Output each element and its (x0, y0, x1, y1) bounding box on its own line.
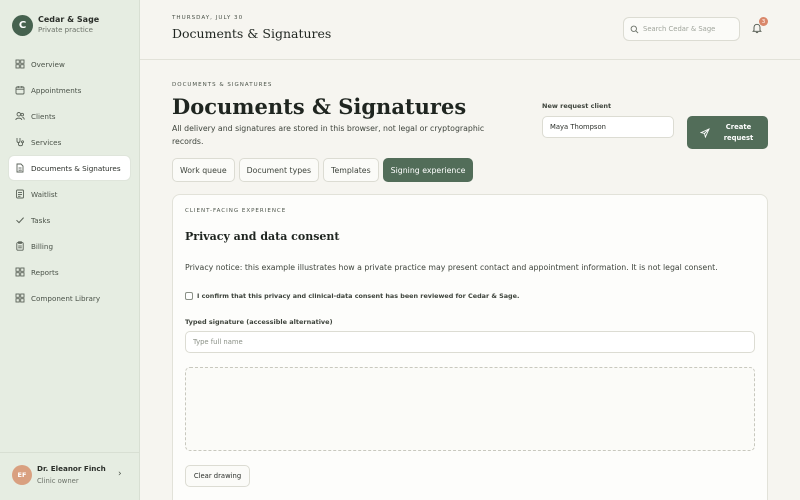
brand-subtitle: Private practice (38, 26, 93, 34)
search-box[interactable] (623, 17, 740, 41)
calendar-icon (15, 85, 25, 95)
clear-drawing-button[interactable]: Clear drawing (185, 465, 250, 487)
user-name: Dr. Eleanor Finch (37, 464, 106, 473)
tab-document-types[interactable]: Document types (238, 158, 320, 182)
brand-name: Cedar & Sage (38, 15, 100, 24)
chevron-right-icon: › (118, 469, 122, 479)
sidebar-item-tasks[interactable]: Tasks (9, 208, 130, 232)
sidebar-item-label: Component Library (31, 293, 101, 303)
sidebar-item-clients[interactable]: Clients (9, 104, 130, 128)
tab-bar: Work queue Document types Templates Sign… (172, 158, 477, 182)
sidebar-item-label: Tasks (31, 215, 51, 225)
page-description: All delivery and signatures are stored i… (172, 124, 485, 146)
privacy-notice: Privacy notice: this example illustrates… (185, 263, 718, 272)
sidebar-item-label: Reports (31, 267, 59, 277)
sidebar-item-label: Documents & Signatures (31, 163, 121, 173)
user-menu[interactable]: EF Dr. Eleanor Finch Clinic owner › (0, 452, 140, 500)
grid-icon (15, 267, 25, 277)
sidebar-item-documents-signatures[interactable]: Documents & Signatures (9, 156, 130, 180)
sidebar-item-services[interactable]: Services (9, 130, 130, 154)
consent-checkbox[interactable] (185, 292, 193, 300)
sidebar-item-label: Services (31, 137, 62, 147)
sidebar: C Cedar & Sage Private practice Overview… (0, 0, 140, 500)
sidebar-item-billing[interactable]: Billing (9, 234, 130, 258)
avatar: EF (12, 465, 32, 485)
search-input[interactable] (643, 25, 738, 33)
signature-drawing-pad[interactable] (185, 367, 755, 451)
top-bar: THURSDAY, JULY 30 Documents & Signatures… (140, 0, 800, 60)
notification-badge: 3 (759, 17, 768, 26)
stethoscope-icon (15, 137, 25, 147)
sidebar-nav: Overview Appointments Clients Services D… (9, 52, 130, 312)
sidebar-item-overview[interactable]: Overview (9, 52, 130, 76)
brand[interactable]: C Cedar & Sage Private practice (12, 14, 99, 36)
grid-icon (15, 59, 25, 69)
brand-logo: C (12, 14, 33, 36)
sidebar-item-label: Billing (31, 241, 54, 251)
request-client-label: New request client (542, 102, 612, 110)
request-client-input[interactable] (542, 116, 674, 138)
list-icon (15, 189, 25, 199)
create-request-label: Create request (723, 122, 754, 142)
page-eyebrow: DOCUMENTS & SIGNATURES (172, 82, 273, 88)
tab-work-queue[interactable]: Work queue (172, 158, 235, 182)
sidebar-item-appointments[interactable]: Appointments (9, 78, 130, 102)
sidebar-item-label: Waitlist (31, 189, 58, 199)
current-date: THURSDAY, JULY 30 (172, 15, 244, 21)
sidebar-item-label: Overview (31, 59, 65, 69)
user-role: Clinic owner (37, 477, 79, 485)
grid-icon (15, 293, 25, 303)
card-title: Privacy and data consent (185, 230, 340, 243)
sidebar-item-label: Appointments (31, 85, 82, 95)
users-icon (15, 111, 25, 121)
page-title: Documents & Signatures (172, 94, 467, 119)
clipboard-icon (15, 241, 25, 251)
consent-label: I confirm that this privacy and clinical… (197, 292, 520, 300)
typed-signature-input[interactable] (185, 331, 755, 353)
signing-experience-card: CLIENT-FACING EXPERIENCE Privacy and dat… (172, 194, 768, 500)
sidebar-item-waitlist[interactable]: Waitlist (9, 182, 130, 206)
card-eyebrow: CLIENT-FACING EXPERIENCE (185, 208, 287, 214)
consent-row[interactable]: I confirm that this privacy and clinical… (185, 292, 519, 300)
create-request-button[interactable]: Create request (687, 116, 768, 149)
header-title: Documents & Signatures (172, 26, 332, 41)
signature-label: Typed signature (accessible alternative) (185, 318, 333, 326)
search-icon (630, 25, 639, 34)
send-icon (699, 127, 710, 138)
tab-templates[interactable]: Templates (323, 158, 379, 182)
check-icon (15, 215, 25, 225)
sidebar-item-reports[interactable]: Reports (9, 260, 130, 284)
sidebar-item-label: Clients (31, 111, 56, 121)
document-signature-icon (15, 163, 25, 173)
sidebar-item-component-library[interactable]: Component Library (9, 286, 130, 310)
tab-signing-experience[interactable]: Signing experience (382, 158, 474, 182)
